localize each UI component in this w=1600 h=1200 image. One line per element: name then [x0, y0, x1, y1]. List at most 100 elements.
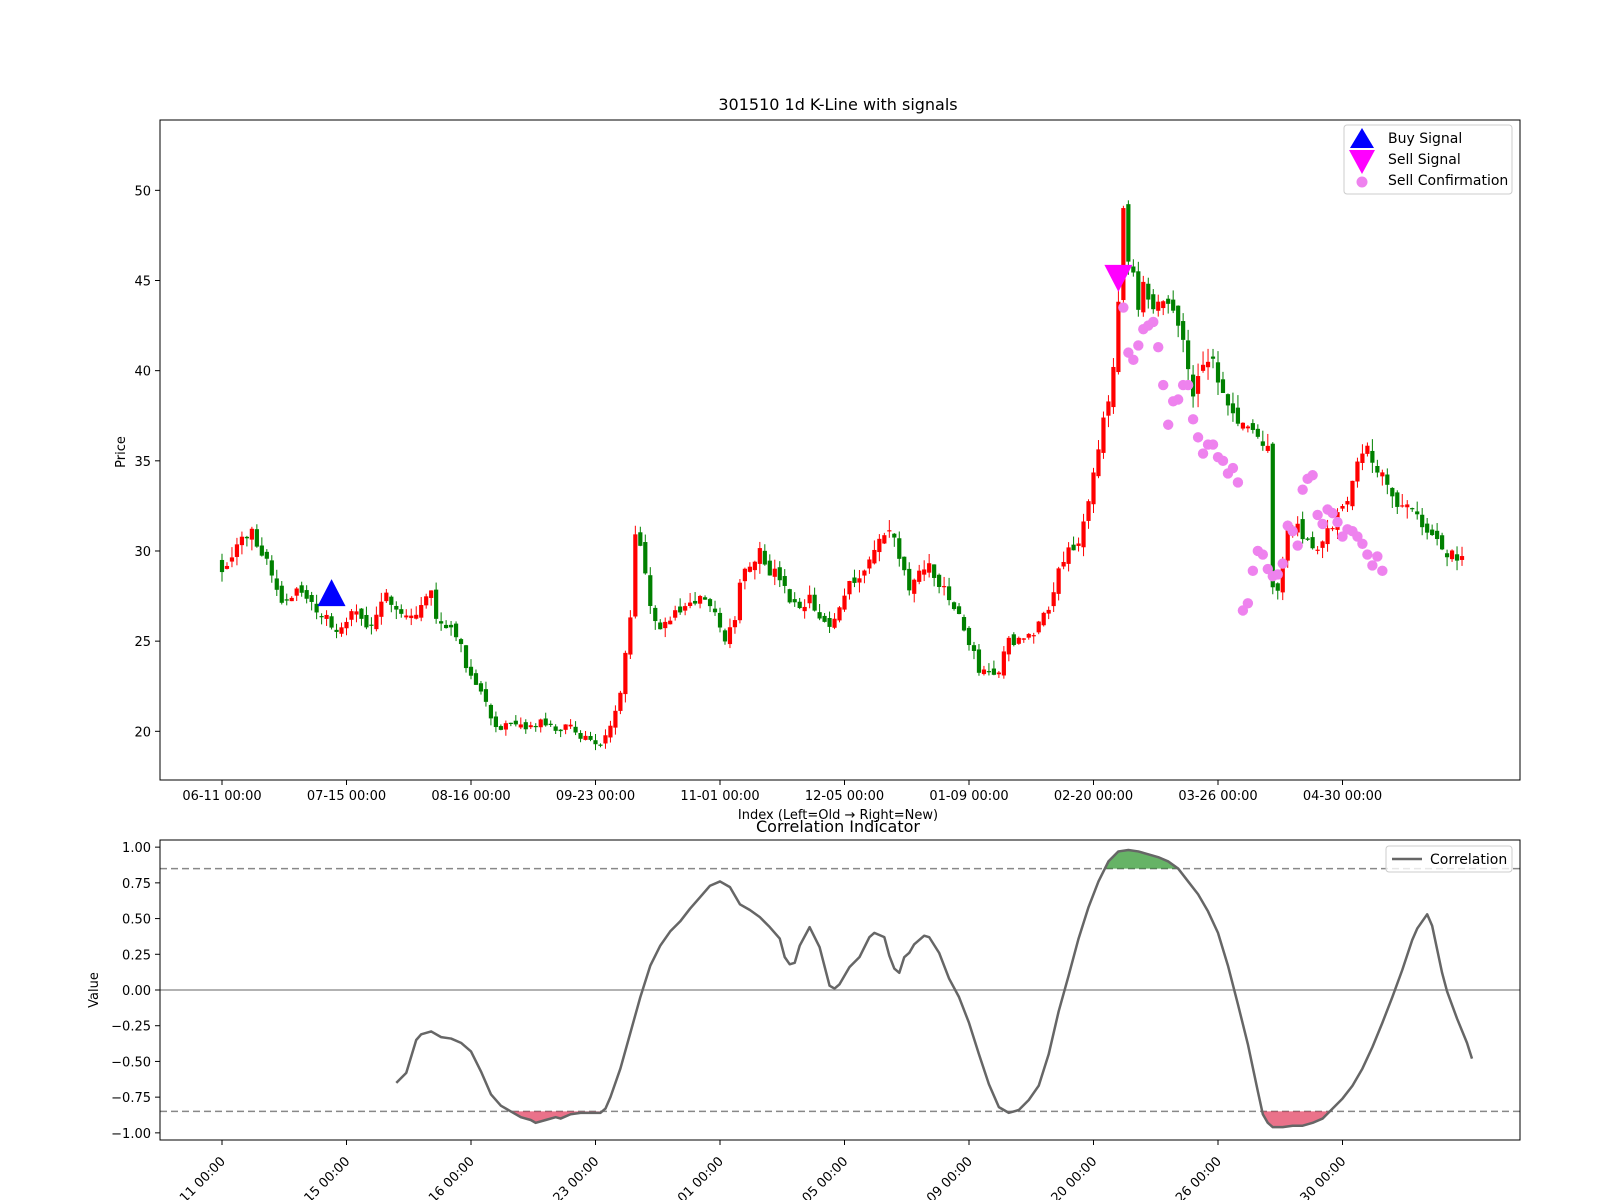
sell-confirmation-marker: [1182, 379, 1194, 391]
candle-body: [807, 594, 812, 604]
kline-ytick-label: 45: [134, 274, 151, 289]
candle-body: [1131, 266, 1136, 273]
candle-body: [688, 602, 693, 607]
candle-body: [1141, 281, 1146, 313]
candle-body: [827, 618, 832, 627]
candle-body: [832, 618, 837, 628]
candle-body: [797, 601, 802, 609]
candle-body: [503, 723, 508, 730]
kline-plot-frame: [159, 119, 1521, 781]
candle-body: [668, 620, 673, 625]
candle-body: [648, 575, 653, 606]
sell-confirmation-marker: [1292, 540, 1303, 551]
candle-body: [1171, 299, 1176, 311]
candle-body: [747, 566, 752, 572]
candle-body: [1126, 204, 1131, 262]
corr-ytick-label: 0.50: [122, 913, 151, 928]
candle-body: [488, 704, 494, 719]
kline-ytick-label: 50: [134, 184, 151, 199]
candle-body: [971, 645, 977, 651]
candle-body: [981, 669, 987, 675]
sell-confirmation-marker: [1133, 340, 1144, 351]
candle-body: [1041, 612, 1046, 626]
candle-body: [244, 536, 249, 539]
sell-confirmation-marker: [1327, 507, 1338, 519]
candle-body: [717, 612, 723, 628]
sell-confirmation-marker: [1377, 565, 1388, 577]
candle-body: [1340, 506, 1345, 509]
sell-confirmation-marker: [1232, 477, 1244, 488]
candle-body: [279, 585, 284, 603]
candle-body: [319, 616, 324, 618]
candle-body: [1400, 505, 1405, 507]
candle-body: [991, 668, 996, 675]
candle-body: [483, 689, 489, 702]
kline-xtick-label: 11-01 00:00: [680, 789, 759, 804]
candle-body: [951, 602, 957, 610]
candle-body: [1380, 472, 1385, 477]
candle-body: [608, 725, 613, 738]
sell-confirmation-marker: [1362, 549, 1373, 560]
candle-body: [1345, 501, 1350, 505]
candle-body: [623, 652, 628, 695]
candle-body: [473, 673, 479, 685]
candle-body: [1459, 556, 1465, 560]
candle-body: [1435, 530, 1440, 540]
candle-body: [1166, 298, 1171, 304]
kline-xtick-label: 12-05 00:00: [805, 789, 884, 804]
candle-body: [588, 735, 593, 740]
candle-body: [324, 614, 329, 619]
candle-body: [424, 596, 429, 606]
candle-body: [887, 530, 892, 532]
candle-body: [553, 726, 558, 731]
corr-legend-label: Correlation: [1430, 852, 1507, 868]
candle-body: [732, 620, 738, 628]
kline-ylabel: Price: [114, 436, 129, 468]
candle-body: [1106, 401, 1111, 416]
candle-body: [264, 551, 269, 559]
candle-body: [722, 630, 728, 642]
corr-xtick-label: 01-09 00:00: [909, 1154, 976, 1200]
candle-body: [538, 719, 543, 728]
candle-body: [289, 597, 294, 602]
candle-body: [678, 606, 683, 613]
candle-body: [902, 556, 907, 571]
candle-body: [593, 740, 598, 745]
candle-body: [877, 538, 882, 553]
corr-ytick-label: −1.00: [111, 1127, 151, 1142]
candle-body: [1205, 361, 1211, 368]
candle-body: [384, 592, 389, 602]
corr-xtick-label: 07-15 00:00: [287, 1154, 354, 1200]
candle-body: [857, 578, 862, 583]
candle-body: [453, 623, 459, 638]
candle-body: [573, 726, 578, 733]
candle-body: [862, 570, 867, 576]
candle-body: [339, 627, 344, 634]
sell-confirmation-marker: [1247, 565, 1259, 577]
candle-body: [956, 606, 962, 615]
candle-body: [234, 544, 240, 557]
candle-body: [1405, 504, 1410, 508]
kline-xtick-label: 04-30 00:00: [1303, 789, 1382, 804]
kline-xtick-label: 02-20 00:00: [1054, 789, 1133, 804]
candle-body: [777, 567, 782, 581]
corr-ytick-label: 1.00: [122, 841, 151, 856]
candle-body: [1076, 543, 1081, 546]
candle-body: [404, 615, 409, 618]
candle-body: [1186, 340, 1191, 370]
candle-body: [663, 621, 668, 629]
sell-confirmation-marker: [1217, 455, 1229, 467]
candle-body: [643, 542, 648, 574]
corr-ytick-label: −0.50: [111, 1055, 151, 1070]
sell-confirmation-marker: [1153, 342, 1164, 353]
candle-body: [518, 724, 523, 728]
candle-body: [787, 589, 792, 603]
kline-ytick-label: 30: [134, 545, 151, 560]
candle-body: [1330, 528, 1335, 530]
candle-body: [1036, 621, 1041, 633]
candle-body: [269, 560, 274, 576]
kline-xtick-label: 08-16 00:00: [431, 789, 510, 804]
candle-body: [1410, 508, 1415, 510]
candle-body: [1325, 528, 1330, 545]
candle-body: [1350, 480, 1355, 507]
